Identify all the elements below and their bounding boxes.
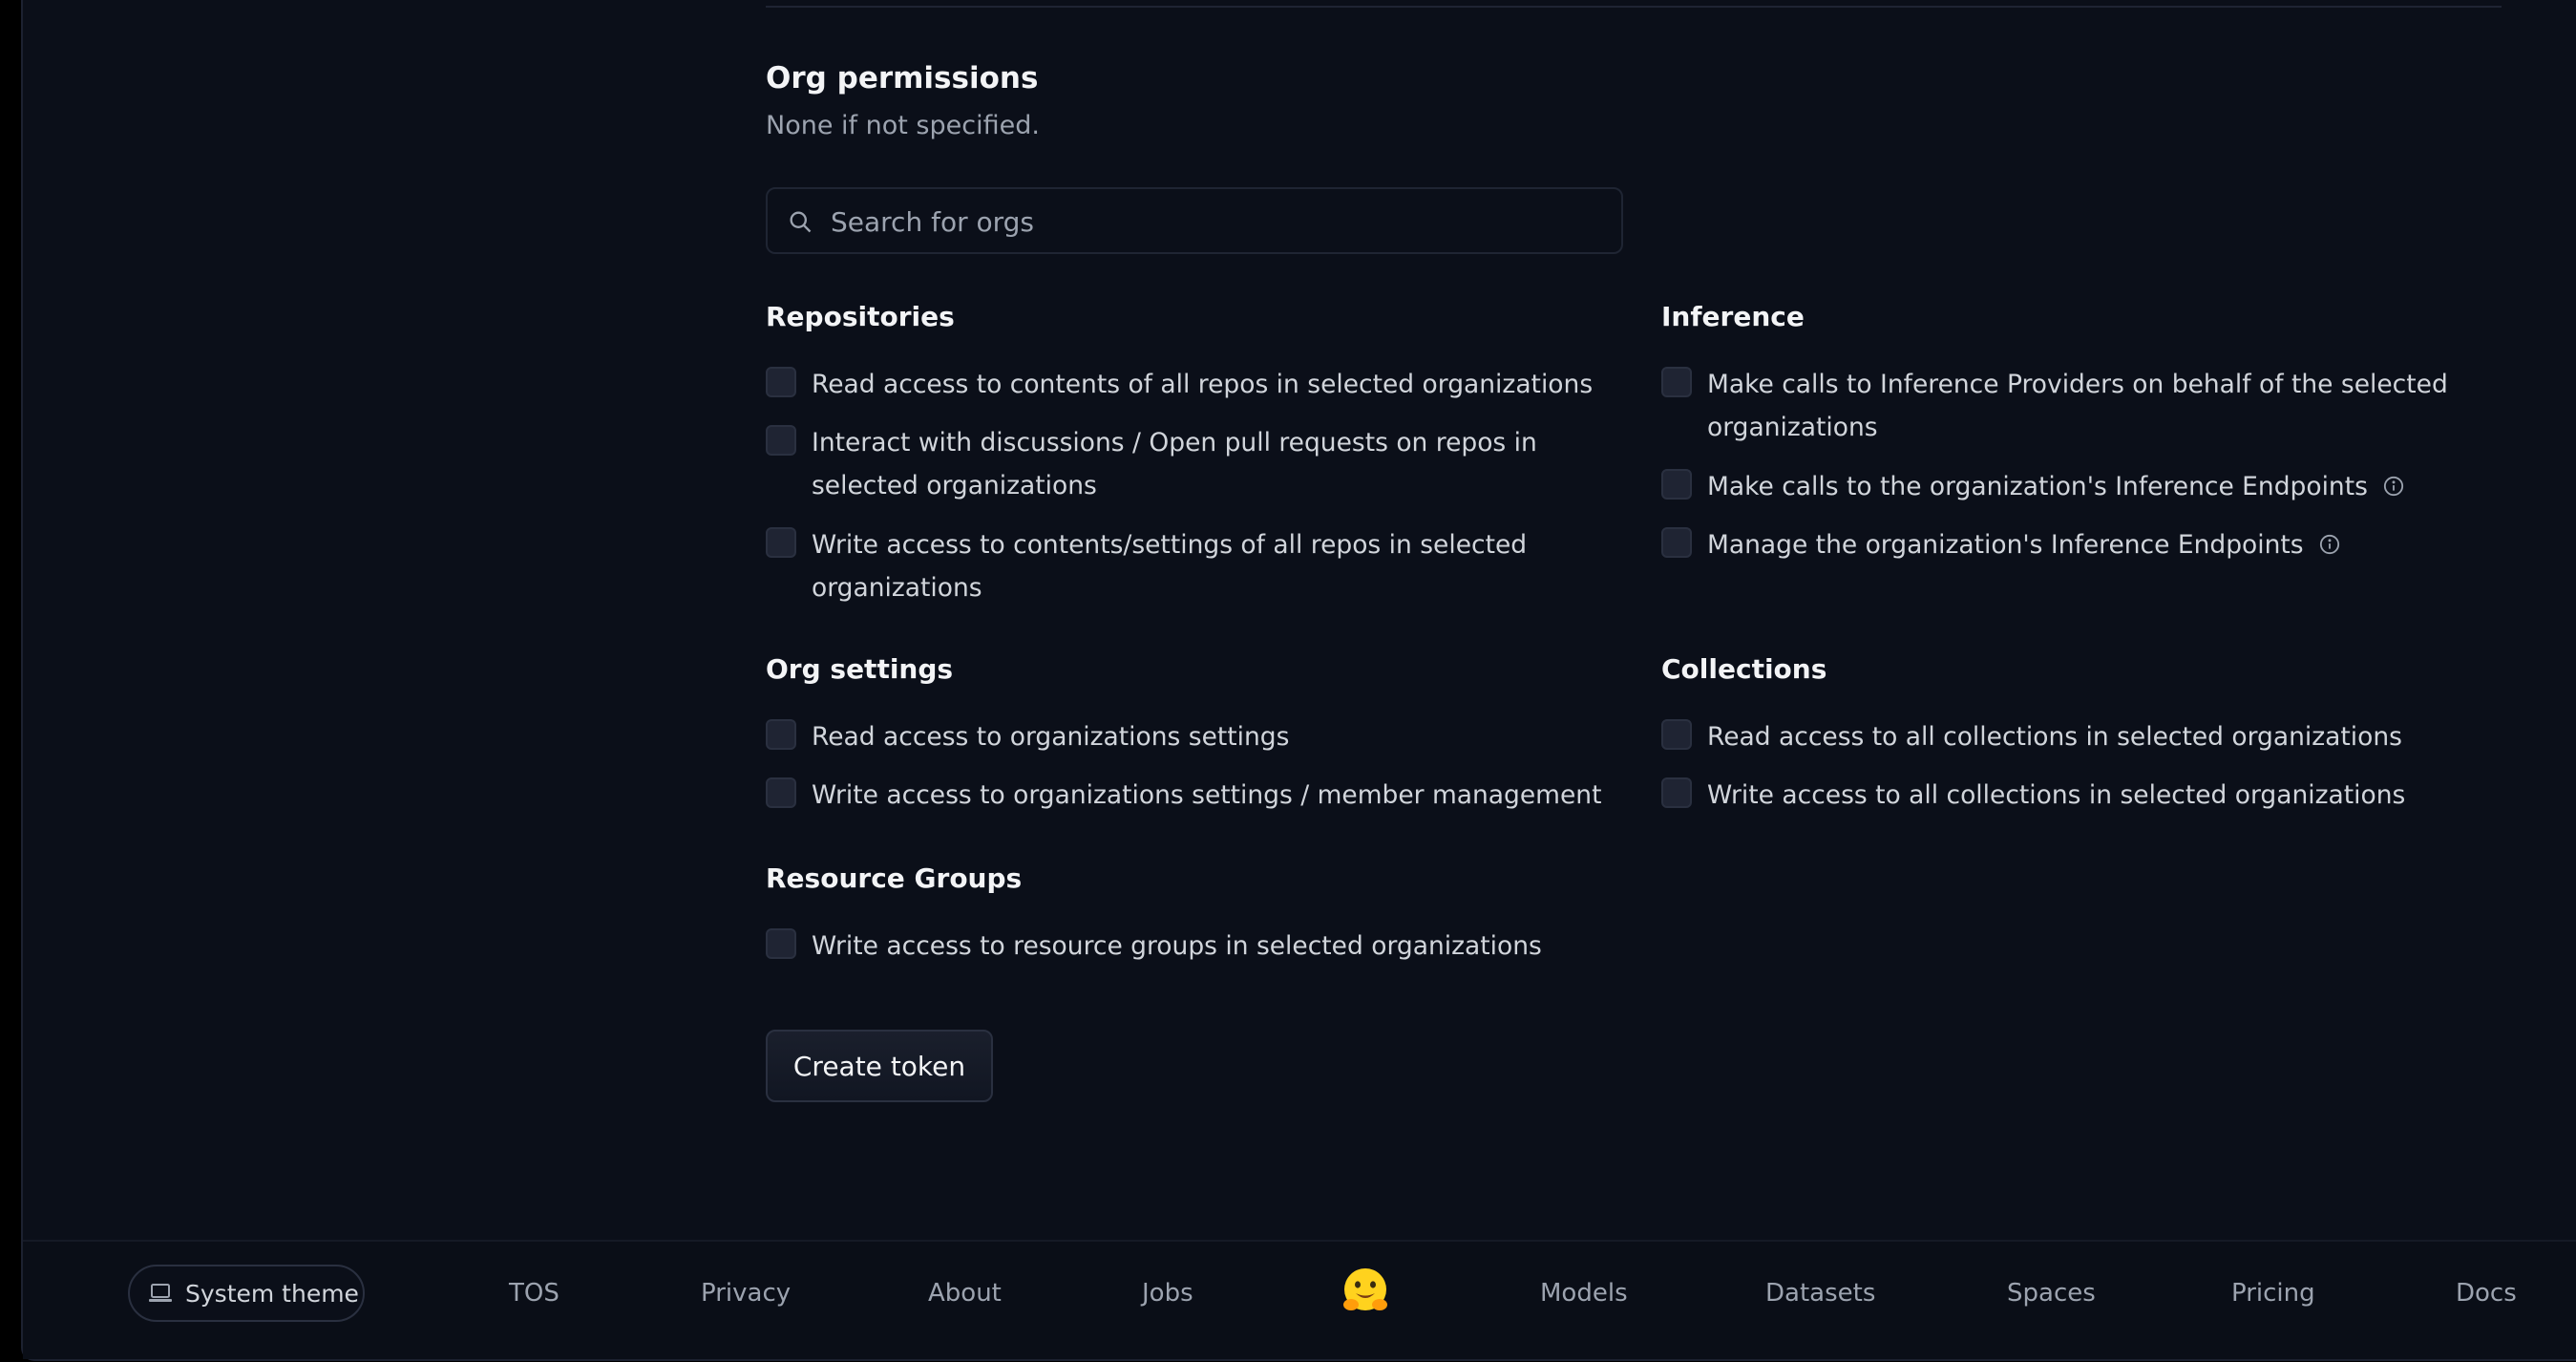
section-title: Org permissions — [766, 61, 1039, 96]
option-label: Make calls to Inference Providers on beh… — [1707, 370, 2448, 399]
repositories-title: Repositories — [766, 301, 955, 332]
footer-link-about[interactable]: About — [928, 1276, 1002, 1310]
option-text: Manage the organization's Inference Endp… — [1707, 530, 2304, 560]
footer-link-datasets[interactable]: Datasets — [1765, 1276, 1875, 1310]
option-label: Read access to organizations settings — [812, 722, 1290, 752]
checkbox[interactable] — [1661, 719, 1692, 750]
org-settings-title: Org settings — [766, 653, 954, 685]
info-icon[interactable] — [2383, 476, 2404, 497]
option-label: Read access to all collections in select… — [1707, 722, 2402, 752]
option-label: Write access to all collections in selec… — [1707, 780, 2406, 810]
section-subtitle: None if not specified. — [766, 111, 1040, 140]
inference-group: Inference Make calls to Inference Provid… — [1661, 300, 2502, 560]
info-icon[interactable] — [2319, 534, 2340, 555]
theme-toggle-button[interactable]: System theme — [128, 1265, 365, 1322]
section-divider — [766, 6, 2502, 8]
org-settings-group: Org settings Read access to organization… — [766, 652, 1606, 810]
footer: System theme TOS Privacy About Jobs Mode… — [23, 1242, 2576, 1359]
option-label: Interact with discussions / Open pull re… — [812, 428, 1537, 458]
collections-title: Collections — [1661, 653, 1827, 685]
option-label-continued: selected organizations — [812, 471, 1097, 500]
resource-groups-group: Resource Groups Write access to resource… — [766, 862, 1606, 961]
checkbox[interactable] — [766, 928, 796, 959]
footer-link-tos[interactable]: TOS — [509, 1276, 560, 1310]
resource-groups-title: Resource Groups — [766, 862, 1023, 894]
checkbox[interactable] — [1661, 367, 1692, 397]
footer-link-pricing[interactable]: Pricing — [2231, 1276, 2315, 1310]
repositories-group: Repositories Read access to contents of … — [766, 300, 1606, 603]
org-permissions-section: Org permissions None if not specified. R… — [766, 59, 2502, 961]
checkbox[interactable] — [766, 719, 796, 750]
page-frame: Org permissions None if not specified. R… — [21, 0, 2576, 1361]
search-icon — [790, 211, 812, 233]
inference-title: Inference — [1661, 301, 1805, 332]
checkbox[interactable] — [1661, 527, 1692, 558]
hugging-face-logo-icon[interactable] — [1339, 1265, 1392, 1318]
checkbox[interactable] — [766, 425, 796, 456]
org-search-box[interactable] — [766, 187, 1623, 254]
option-label: Write access to resource groups in selec… — [812, 931, 1542, 961]
option-label-continued: organizations — [1707, 413, 1878, 442]
footer-link-docs[interactable]: Docs — [2456, 1276, 2517, 1310]
option-text: Make calls to the organization's Inferen… — [1707, 472, 2368, 501]
checkbox[interactable] — [766, 527, 796, 558]
footer-link-privacy[interactable]: Privacy — [701, 1276, 791, 1310]
option-label: Write access to contents/settings of all… — [812, 530, 1528, 560]
collections-group: Collections Read access to all collectio… — [1661, 652, 2502, 810]
checkbox[interactable] — [766, 777, 796, 808]
checkbox[interactable] — [1661, 469, 1692, 500]
laptop-icon — [149, 1284, 172, 1302]
theme-label: System theme — [185, 1279, 359, 1308]
checkbox[interactable] — [766, 367, 796, 397]
option-label: Manage the organization's Inference Endp… — [1707, 523, 2340, 566]
option-label: Write access to organizations settings /… — [812, 780, 1602, 810]
footer-link-spaces[interactable]: Spaces — [2007, 1276, 2096, 1310]
create-token-button[interactable]: Create token — [766, 1030, 993, 1102]
footer-link-jobs[interactable]: Jobs — [1142, 1276, 1193, 1310]
checkbox[interactable] — [1661, 777, 1692, 808]
option-label-continued: organizations — [812, 573, 982, 603]
footer-link-models[interactable]: Models — [1540, 1276, 1628, 1310]
org-search-input[interactable] — [829, 189, 1596, 254]
option-label: Read access to contents of all repos in … — [812, 370, 1594, 399]
option-label: Make calls to the organization's Inferen… — [1707, 465, 2404, 508]
